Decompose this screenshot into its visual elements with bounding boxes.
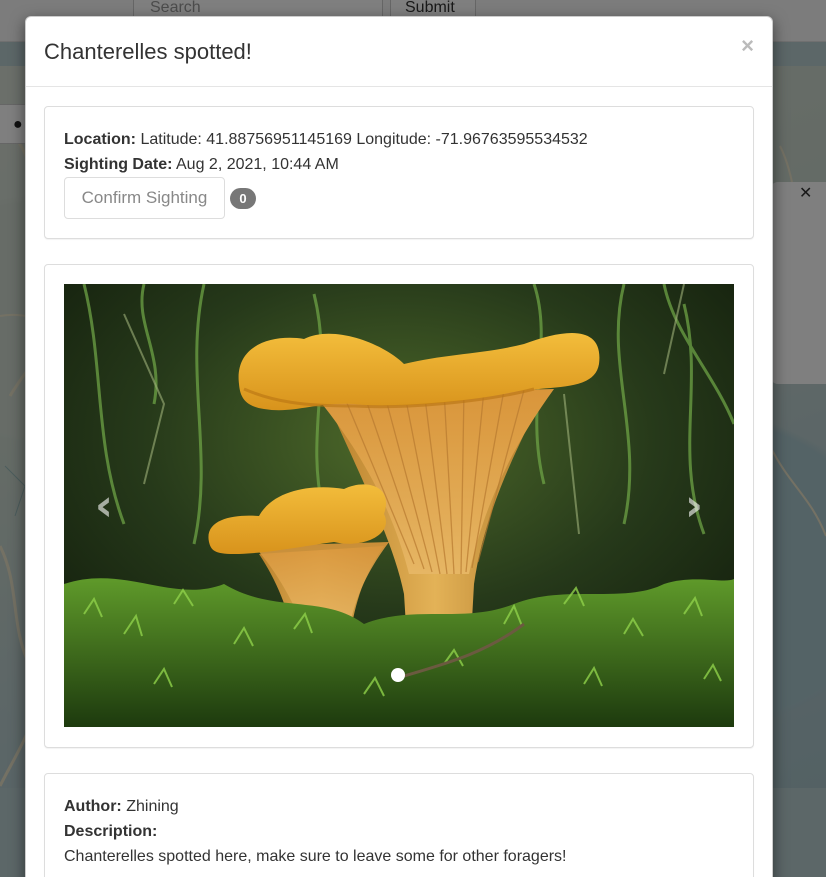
- modal-title: Chanterelles spotted!: [44, 39, 252, 64]
- chanterelle-photo: [64, 284, 734, 727]
- author-label: Author:: [64, 798, 122, 815]
- author-row: Author: Zhining: [64, 794, 734, 819]
- chevron-left-icon: ‹: [94, 480, 114, 531]
- close-icon[interactable]: ×: [741, 33, 754, 59]
- sighting-date-label: Sighting Date:: [64, 156, 173, 173]
- chevron-right-icon: ›: [684, 480, 704, 531]
- photo-panel: ‹ ›: [44, 264, 754, 748]
- description-label: Description:: [64, 823, 158, 840]
- confirm-sighting-button[interactable]: Confirm Sighting: [64, 177, 225, 219]
- carousel-prev-button[interactable]: ‹: [64, 284, 144, 727]
- photo-carousel: ‹ ›: [64, 284, 734, 727]
- sighting-modal: Chanterelles spotted! × Location: Latitu…: [25, 16, 773, 877]
- confirm-row: Confirm Sighting 0: [64, 177, 734, 219]
- sighting-date-value: Aug 2, 2021, 10:44 AM: [176, 156, 339, 173]
- location-value: Latitude: 41.88756951145169 Longitude: -…: [140, 131, 588, 148]
- location-label: Location:: [64, 131, 136, 148]
- author-value: Zhining: [126, 798, 179, 815]
- carousel-next-button[interactable]: ›: [654, 284, 734, 727]
- description-label-row: Description:: [64, 819, 734, 844]
- modal-header: Chanterelles spotted! ×: [26, 17, 772, 87]
- carousel-indicator[interactable]: [391, 668, 405, 682]
- sighting-date-row: Sighting Date: Aug 2, 2021, 10:44 AM: [64, 152, 734, 177]
- description-text: Chanterelles spotted here, make sure to …: [64, 848, 567, 865]
- location-row: Location: Latitude: 41.88756951145169 Lo…: [64, 127, 734, 152]
- confirm-count-badge: 0: [230, 187, 256, 209]
- sighting-details-panel: Author: Zhining Description: Chanterelle…: [44, 773, 754, 877]
- sighting-info-panel: Location: Latitude: 41.88756951145169 Lo…: [44, 106, 754, 239]
